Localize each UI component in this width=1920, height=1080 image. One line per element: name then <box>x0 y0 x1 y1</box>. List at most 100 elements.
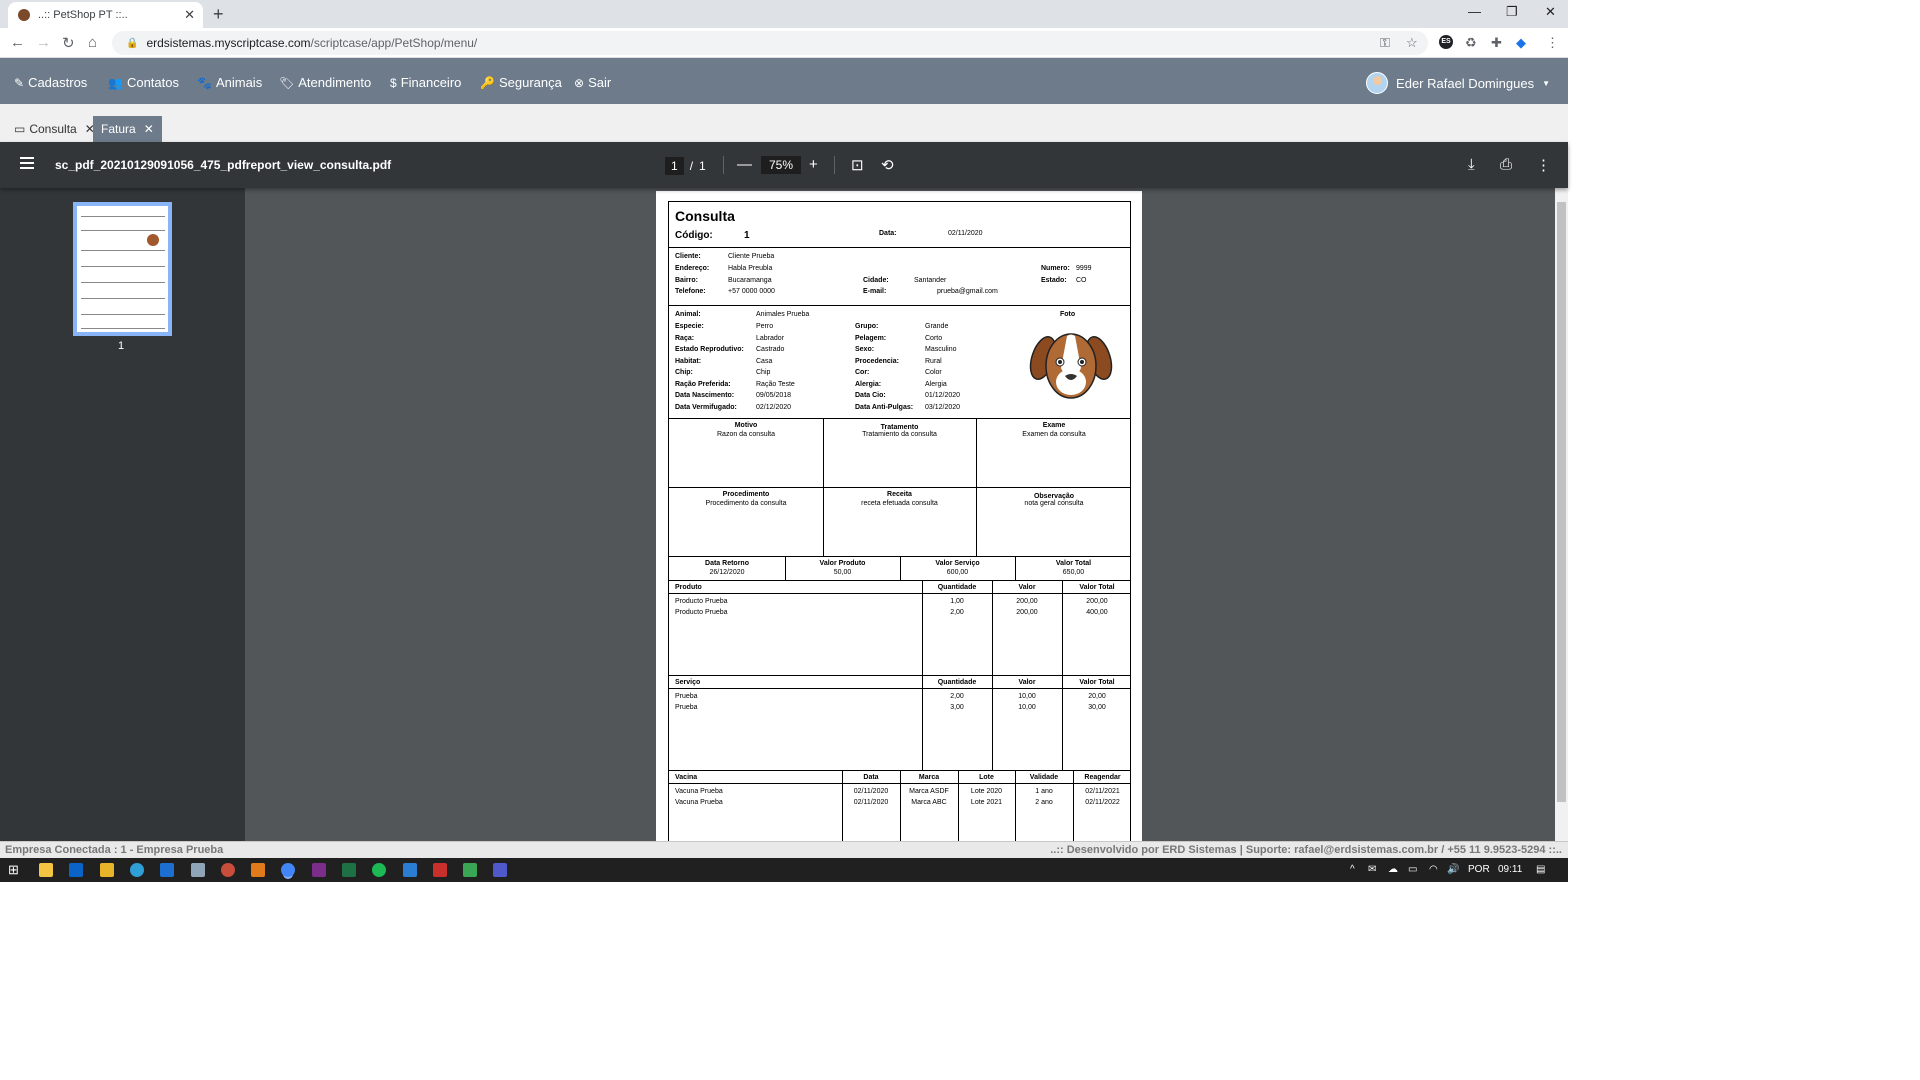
numero-value: 9999 <box>1076 265 1092 272</box>
menu-animais[interactable]: 🐾 Animais <box>197 75 262 90</box>
cor-value: Color <box>925 369 942 376</box>
recycle-extension-icon[interactable]: ♻ <box>1465 35 1477 51</box>
close-icon[interactable]: ✕ <box>144 122 154 136</box>
outlook-icon[interactable] <box>69 863 83 877</box>
page-input[interactable]: 1 <box>665 157 684 175</box>
sublime-icon[interactable] <box>251 863 265 877</box>
forward-icon[interactable]: → <box>36 34 51 51</box>
tab-fatura[interactable]: Fatura ✕ <box>93 116 162 142</box>
chrome-icon[interactable] <box>281 863 295 877</box>
servico-header: Serviço <box>675 679 701 686</box>
menu-financeiro[interactable]: $ Financeiro <box>390 75 461 90</box>
vacina-lote-header: Lote <box>979 774 994 781</box>
racao-label: Ração Preferida: <box>675 381 731 388</box>
animal-value: Animales Prueba <box>756 311 810 318</box>
zoom-out-icon[interactable]: — <box>737 156 752 173</box>
battery-icon[interactable]: ▭ <box>1408 864 1417 875</box>
observacao-label: Observação <box>1033 493 1075 500</box>
bairro-value: Bucaramanga <box>728 277 772 284</box>
home-icon[interactable]: ⌂ <box>88 34 97 51</box>
bookmark-star-icon[interactable]: ☆ <box>1406 35 1418 51</box>
excel-icon[interactable] <box>342 863 356 877</box>
new-tab-icon[interactable]: + <box>213 4 224 25</box>
rotate-icon[interactable]: ⟲ <box>881 156 894 174</box>
back-icon[interactable]: ← <box>10 34 25 51</box>
app-icon[interactable] <box>221 863 235 877</box>
notifications-icon[interactable]: ▤ <box>1536 864 1545 875</box>
window-close-icon[interactable]: ✕ <box>1545 4 1556 20</box>
mail-tray-icon[interactable]: ✉ <box>1368 864 1376 875</box>
habitat-value: Casa <box>756 358 773 365</box>
reload-icon[interactable]: ↻ <box>62 34 75 52</box>
word-icon[interactable] <box>403 863 417 877</box>
tags-icon: 🏷 <box>279 75 295 90</box>
notepad-icon[interactable] <box>191 863 205 877</box>
scrollbar-thumb[interactable] <box>1557 202 1566 802</box>
menu-contatos[interactable]: 👥 Contatos <box>108 75 179 90</box>
print-icon[interactable]: ⎙ <box>1500 156 1512 173</box>
chip-label: Chip: <box>675 369 693 376</box>
zoom-input[interactable]: 75% <box>761 156 802 174</box>
endereco-value: Habla Preubla <box>728 265 773 272</box>
page-total: 1 <box>699 159 706 173</box>
motivo-label: Motivo <box>734 422 758 429</box>
mail-icon[interactable] <box>160 863 174 877</box>
menu-cadastros[interactable]: ✎ Cadastros <box>14 75 87 90</box>
pdf-scrollbar[interactable] <box>1555 188 1568 841</box>
tratamento-value: Tratamiento da consulta <box>862 431 937 438</box>
tratamento-label: Tratamento <box>880 424 919 431</box>
procedencia-value: Rural <box>925 358 942 365</box>
clock[interactable]: 09:11 <box>1498 864 1522 875</box>
minimize-icon[interactable]: — <box>1468 4 1481 19</box>
app-menu-bar: ✎ Cadastros 👥 Contatos 🐾 Animais 🏷 Atendimen… <box>0 58 1568 104</box>
address-bar[interactable]: 🔒 erdsistemas.myscriptcase.com /scriptca… <box>112 31 1428 55</box>
menu-seguranca[interactable]: 🔑 Segurança <box>480 75 562 90</box>
shield-app-icon[interactable] <box>433 863 447 877</box>
file-explorer-icon[interactable] <box>39 863 53 877</box>
chrome-menu-icon[interactable]: ⋮ <box>1546 35 1559 51</box>
key-icon[interactable]: ⚿ <box>1380 35 1390 51</box>
tab-consulta[interactable]: ▭ Consulta ✕ <box>6 116 103 142</box>
more-options-icon[interactable]: ⋮ <box>1536 156 1551 174</box>
page-thumbnail[interactable] <box>73 202 172 336</box>
tray-chevron-icon[interactable]: ^ <box>1350 864 1355 875</box>
close-tab-icon[interactable]: ✕ <box>184 7 195 23</box>
receita-value: receta efetuada consulta <box>861 500 938 507</box>
language-indicator[interactable]: POR <box>1468 864 1490 875</box>
cliente-label: Cliente: <box>675 253 701 260</box>
page-indicator: 1 / 1 <box>665 157 706 175</box>
table-row: Vacuna Prueba <box>675 799 723 806</box>
cloud-icon[interactable]: ☁ <box>1388 864 1398 875</box>
restore-icon[interactable]: ❐ <box>1506 4 1518 20</box>
browser-tab[interactable]: ..:: PetShop PT ::.. ✕ <box>8 2 203 28</box>
pdf-viewport[interactable]: Consulta Código: 1 Data: 02/11/2020 Clie… <box>245 188 1555 841</box>
menu-sair[interactable]: ⊗ Sair <box>574 75 611 90</box>
windows-start-icon[interactable]: ⊞ <box>8 862 19 878</box>
divider <box>723 156 724 174</box>
volume-icon[interactable]: 🔊 <box>1447 864 1459 875</box>
table-cell: 400,00 <box>1086 609 1108 616</box>
user-menu[interactable]: Eder Rafael Domingues ▼ <box>1366 72 1550 94</box>
extensions-puzzle-icon[interactable]: ✚ <box>1491 35 1502 51</box>
wifi-icon[interactable]: ◠ <box>1429 864 1438 875</box>
valor-servico-label: Valor Serviço <box>935 560 980 567</box>
download-icon[interactable]: ⤓ <box>1468 156 1475 173</box>
teams-icon[interactable] <box>493 863 507 877</box>
alergia-label: Alergia: <box>855 381 882 388</box>
edge-icon[interactable] <box>130 863 144 877</box>
fit-page-icon[interactable]: ⊡ <box>851 156 864 174</box>
extension-es-icon[interactable]: ES <box>1439 35 1453 49</box>
menu-icon[interactable] <box>20 157 34 172</box>
app-icon[interactable] <box>312 863 326 877</box>
app-icon[interactable] <box>463 863 477 877</box>
animal-label: Animal: <box>675 311 701 318</box>
users-icon: 👥 <box>108 75 123 90</box>
dollar-icon: $ <box>390 75 397 90</box>
zoom-in-icon[interactable]: + <box>809 156 818 173</box>
extension-diamond-icon[interactable]: ◆ <box>1516 35 1526 51</box>
sticky-app-icon[interactable] <box>100 863 114 877</box>
table-cell: 10,00 <box>1018 693 1036 700</box>
menu-atendimento[interactable]: 🏷 Atendimento <box>279 75 371 90</box>
racao-value: Ração Teste <box>756 381 795 388</box>
spotify-icon[interactable] <box>372 863 386 877</box>
